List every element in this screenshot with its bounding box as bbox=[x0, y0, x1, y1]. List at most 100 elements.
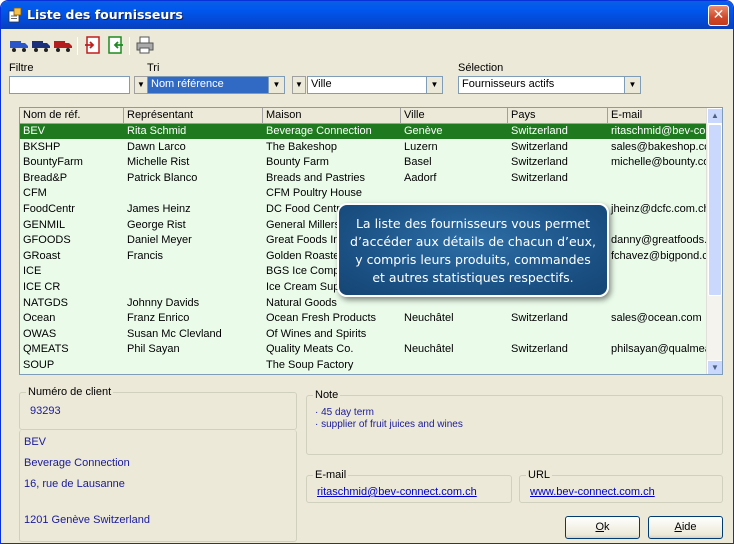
table-cell: Switzerland bbox=[511, 125, 568, 137]
email-label: E-mail bbox=[313, 469, 349, 481]
table-cell: Switzerland bbox=[511, 312, 568, 325]
column-header[interactable]: Nom de réf. bbox=[20, 108, 124, 124]
table-row[interactable]: BountyFarm Michelle Rist Bounty Farm Basel S… bbox=[20, 155, 708, 170]
table-cell: Breads and Pastries bbox=[266, 171, 366, 184]
title-bar[interactable]: Liste des fournisseurs ✕ bbox=[1, 1, 733, 29]
table-row[interactable]: Bread&P Patrick Blanco Breads and Pastries… bbox=[20, 171, 708, 186]
table-row[interactable]: QMEATS Phil Sayan Quality Meats Co. Neuchât… bbox=[20, 342, 708, 357]
table-cell: QMEATS bbox=[23, 343, 69, 356]
truck-dark-icon[interactable] bbox=[31, 35, 51, 55]
column-header[interactable]: Maison bbox=[263, 108, 401, 124]
truck-blue-icon[interactable] bbox=[9, 35, 29, 55]
address-line: 16, rue de Lausanne bbox=[24, 478, 125, 490]
table-cell: Phil Sayan bbox=[127, 343, 180, 356]
table-cell: BountyFarm bbox=[23, 156, 83, 169]
table-cell: The Bakeshop bbox=[266, 140, 337, 153]
email-group: E-mail ritaschmid@bev-connect.com.ch bbox=[306, 469, 512, 503]
table-row[interactable]: BEV Rita Schmid Beverage Connection Genève S… bbox=[20, 124, 708, 139]
table-cell: fchavez@bigpond.c bbox=[611, 249, 708, 262]
table-cell: jheinz@dcfc.com.ch bbox=[611, 203, 708, 215]
chevron-down-icon[interactable]: ▼ bbox=[427, 76, 443, 94]
table-cell: FoodCentr bbox=[23, 203, 75, 215]
help-button[interactable]: Aide bbox=[648, 516, 723, 539]
table-cell: Switzerland bbox=[511, 140, 568, 153]
table-cell: Rita Schmid bbox=[127, 125, 187, 137]
ok-button[interactable]: Ok bbox=[565, 516, 640, 539]
table-cell: Bread&P bbox=[23, 171, 68, 184]
note-group: Note · 45 day term · supplier of fruit j… bbox=[306, 389, 723, 455]
table-row[interactable]: CFM CFM Poultry House bbox=[20, 186, 708, 201]
column-header[interactable]: E-mail bbox=[608, 108, 708, 124]
table-cell: Francis bbox=[127, 249, 164, 262]
column-header[interactable]: Ville bbox=[401, 108, 508, 124]
truck-red-icon[interactable] bbox=[53, 35, 73, 55]
column-header[interactable]: Pays bbox=[508, 108, 608, 124]
table-cell bbox=[508, 327, 608, 342]
supplier-list-window: Liste des fournisseurs ✕ Filtre ▼ Tri No… bbox=[0, 0, 734, 544]
table-cell: Switzerland bbox=[511, 156, 568, 169]
table-cell: Daniel Meyer bbox=[127, 234, 192, 247]
table-cell: philsayan@qualmeat bbox=[611, 343, 708, 356]
url-link[interactable]: www.bev-connect.com.ch bbox=[530, 486, 655, 498]
table-cell bbox=[508, 358, 608, 373]
export-icon[interactable] bbox=[83, 35, 103, 55]
app-icon bbox=[8, 7, 22, 23]
table-row[interactable]: OWAS Susan Mc Clevland Of Wines and Spirit… bbox=[20, 327, 708, 342]
table-cell: sales@ocean.com bbox=[611, 312, 702, 325]
table-cell: Neuchâtel bbox=[404, 343, 454, 356]
table-cell: James Heinz bbox=[127, 203, 191, 215]
sort-secondary-dropdown-button[interactable]: ▼ bbox=[292, 76, 306, 94]
city-select[interactable]: Ville ▼ bbox=[307, 76, 443, 94]
table-cell: Basel bbox=[404, 156, 432, 169]
note-line: · supplier of fruit juices and wines bbox=[315, 419, 463, 430]
table-cell: CFM bbox=[23, 187, 47, 200]
chevron-down-icon[interactable]: ▼ bbox=[269, 76, 285, 94]
table-cell: Franz Enrico bbox=[127, 312, 190, 325]
table-cell bbox=[401, 327, 508, 342]
address-group: BEV Beverage Connection 16, rue de Lausa… bbox=[19, 430, 297, 542]
table-cell: Neuchâtel bbox=[404, 312, 454, 325]
table-header: Nom de réf. Représentant Maison Ville Pa… bbox=[20, 108, 708, 124]
close-button[interactable]: ✕ bbox=[708, 5, 729, 26]
vertical-scrollbar[interactable]: ▲ ▼ bbox=[706, 108, 722, 374]
table-cell bbox=[124, 358, 263, 373]
column-header[interactable]: Représentant bbox=[124, 108, 263, 124]
table-cell bbox=[124, 264, 263, 279]
selection-select[interactable]: Fournisseurs actifs ▼ bbox=[458, 76, 641, 94]
sort-label: Tri bbox=[147, 62, 160, 74]
scroll-up-icon[interactable]: ▲ bbox=[707, 108, 722, 124]
table-cell bbox=[124, 280, 263, 295]
filter-label: Filtre bbox=[9, 62, 34, 74]
table-cell: George Rist bbox=[127, 218, 186, 231]
table-cell: Beverage Connection bbox=[266, 125, 372, 137]
email-link[interactable]: ritaschmid@bev-connect.com.ch bbox=[317, 486, 477, 498]
help-mnemonic: A bbox=[674, 521, 682, 533]
url-label: URL bbox=[526, 469, 553, 481]
toolbar-separator bbox=[129, 37, 130, 55]
chevron-down-icon[interactable]: ▼ bbox=[625, 76, 641, 94]
table-cell: GENMIL bbox=[23, 218, 66, 231]
scroll-down-icon[interactable]: ▼ bbox=[707, 360, 722, 374]
table-row[interactable]: NATGDS Johnny Davids Natural Goods bbox=[20, 296, 708, 311]
table-cell: Dawn Larco bbox=[127, 140, 186, 153]
table-cell: Patrick Blanco bbox=[127, 171, 198, 184]
filter-dropdown-button[interactable]: ▼ bbox=[134, 76, 148, 94]
filter-input[interactable] bbox=[9, 76, 130, 94]
table-cell: Natural Goods bbox=[266, 296, 337, 309]
table-cell: GFOODS bbox=[23, 234, 71, 247]
note-line: · 45 day term bbox=[315, 407, 374, 418]
table-cell: danny@greatfoods.c bbox=[611, 234, 708, 247]
sort-select-value: Nom référence bbox=[147, 76, 269, 94]
import-icon[interactable] bbox=[105, 35, 125, 55]
sort-select[interactable]: Nom référence ▼ bbox=[147, 76, 285, 94]
table-cell: Aadorf bbox=[404, 171, 437, 184]
table-row[interactable]: BKSHP Dawn Larco The Bakeshop Luzern Switzer… bbox=[20, 140, 708, 155]
print-icon[interactable] bbox=[135, 35, 155, 55]
table-cell: Bounty Farm bbox=[266, 156, 329, 169]
city-select-value: Ville bbox=[307, 76, 427, 94]
table-cell bbox=[401, 186, 508, 201]
toolbar-separator bbox=[77, 37, 78, 55]
table-row[interactable]: Ocean Franz Enrico Ocean Fresh Products Neu… bbox=[20, 311, 708, 326]
scroll-thumb[interactable] bbox=[708, 124, 722, 296]
table-row[interactable]: SOUP The Soup Factory bbox=[20, 358, 708, 373]
